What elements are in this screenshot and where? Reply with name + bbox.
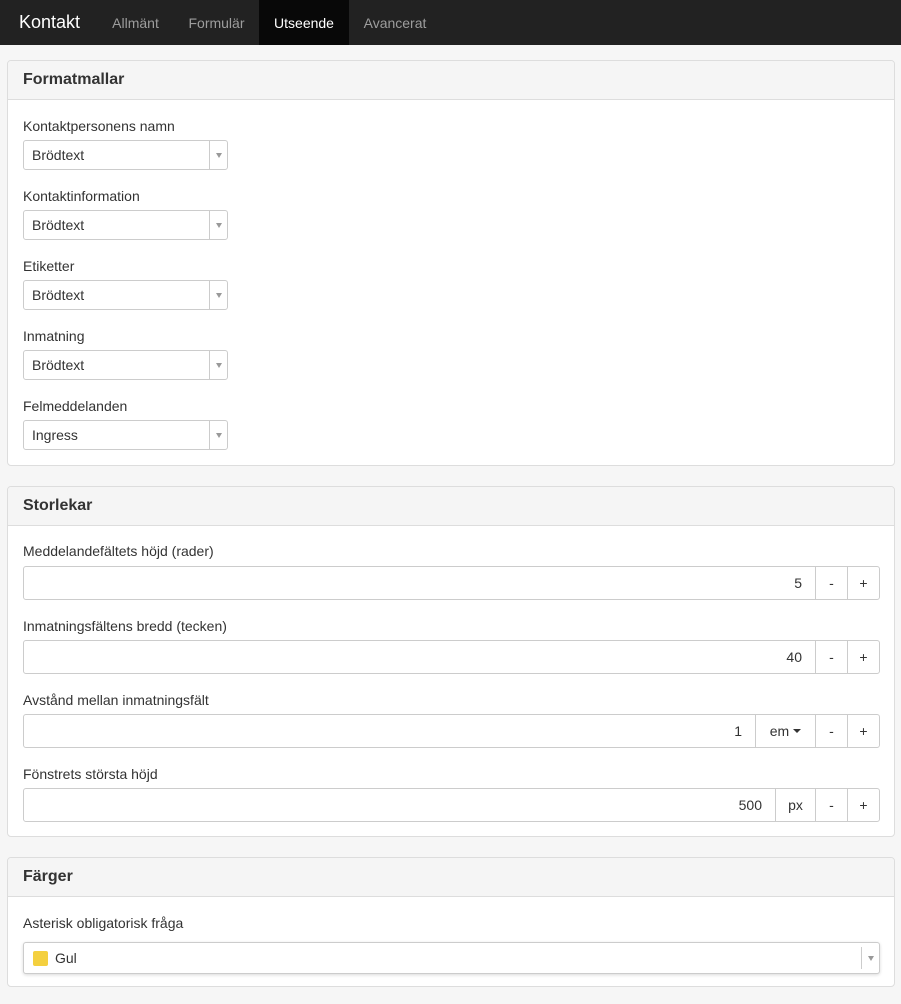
top-navbar: Kontakt Allmänt Formulär Utseende Avance… bbox=[0, 0, 901, 45]
color-select-asterisk[interactable]: Gul bbox=[23, 942, 880, 974]
decrement-button[interactable]: - bbox=[815, 715, 847, 747]
label-kontaktinformation: Kontaktinformation bbox=[23, 188, 140, 204]
unit-dropdown[interactable]: em bbox=[755, 715, 815, 747]
caret-down-icon bbox=[867, 955, 874, 961]
label-kontaktpersonens-namn: Kontaktpersonens namn bbox=[23, 118, 175, 134]
number-input[interactable]: 5 bbox=[24, 567, 815, 599]
panel-title-farger: Färger bbox=[8, 858, 894, 897]
decrement-button[interactable]: - bbox=[815, 789, 847, 821]
tab-formular[interactable]: Formulär bbox=[174, 0, 259, 45]
caret-down-icon bbox=[215, 152, 222, 158]
label-meddelandefaltets-hojd: Meddelandefältets höjd (rader) bbox=[23, 543, 214, 559]
stepper-inmatningsfaltens-bredd: 40 - + bbox=[23, 640, 880, 674]
select-value: Brödtext bbox=[32, 357, 85, 373]
label-inmatning: Inmatning bbox=[23, 328, 85, 344]
increment-button[interactable]: + bbox=[847, 789, 879, 821]
brand[interactable]: Kontakt bbox=[0, 0, 97, 45]
select-arrow bbox=[209, 351, 227, 379]
select-value: Brödtext bbox=[32, 287, 85, 303]
caret-down-icon bbox=[215, 432, 222, 438]
tab-avancerat[interactable]: Avancerat bbox=[349, 0, 441, 45]
panel-storlekar: Storlekar Meddelandefältets höjd (rader)… bbox=[7, 486, 895, 837]
select-etiketter[interactable]: Brödtext bbox=[23, 280, 228, 310]
select-value: Brödtext bbox=[32, 217, 85, 233]
increment-button[interactable]: + bbox=[847, 715, 879, 747]
number-input[interactable]: 500 bbox=[24, 789, 775, 821]
decrement-button[interactable]: - bbox=[815, 567, 847, 599]
number-input[interactable]: 40 bbox=[24, 641, 815, 673]
number-input[interactable]: 1 bbox=[24, 715, 755, 747]
label-fonstrets-storsta-hojd: Fönstrets största höjd bbox=[23, 766, 158, 782]
select-arrow bbox=[209, 281, 227, 309]
increment-button[interactable]: + bbox=[847, 641, 879, 673]
stepper-meddelandefaltets-hojd: 5 - + bbox=[23, 566, 880, 600]
caret-down-icon bbox=[793, 729, 802, 733]
label-felmeddelanden: Felmeddelanden bbox=[23, 398, 128, 414]
select-kontaktpersonens-namn[interactable]: Brödtext bbox=[23, 140, 228, 170]
caret-down-icon bbox=[215, 362, 222, 368]
select-arrow bbox=[861, 947, 879, 969]
label-inmatningsfaltens-bredd: Inmatningsfältens bredd (tecken) bbox=[23, 618, 227, 634]
color-swatch bbox=[33, 950, 48, 966]
unit-dropdown-label: em bbox=[769, 723, 790, 739]
select-arrow bbox=[209, 421, 227, 449]
unit-label: px bbox=[775, 789, 815, 821]
select-felmeddelanden[interactable]: Ingress bbox=[23, 420, 228, 450]
stepper-fonstrets-storsta-hojd: 500 px - + bbox=[23, 788, 880, 822]
select-kontaktinformation[interactable]: Brödtext bbox=[23, 210, 228, 240]
decrement-button[interactable]: - bbox=[815, 641, 847, 673]
caret-down-icon bbox=[215, 292, 222, 298]
select-arrow bbox=[209, 141, 227, 169]
label-asterisk-obligatorisk-fraga: Asterisk obligatorisk fråga bbox=[23, 915, 184, 931]
caret-down-icon bbox=[215, 222, 222, 228]
color-select-value: Gul bbox=[55, 950, 77, 966]
panel-title-storlekar: Storlekar bbox=[8, 487, 894, 526]
tab-allmant[interactable]: Allmänt bbox=[97, 0, 174, 45]
label-avstand-mellan-inmatningsfalt: Avstånd mellan inmatningsfält bbox=[23, 692, 209, 708]
select-value: Brödtext bbox=[32, 147, 85, 163]
select-arrow bbox=[209, 211, 227, 239]
tab-utseende[interactable]: Utseende bbox=[259, 0, 349, 45]
label-etiketter: Etiketter bbox=[23, 258, 75, 274]
panel-title-formatmallar: Formatmallar bbox=[8, 61, 894, 100]
panel-formatmallar: Formatmallar Kontaktpersonens namn Brödt… bbox=[7, 60, 895, 466]
increment-button[interactable]: + bbox=[847, 567, 879, 599]
stepper-avstand-mellan-inmatningsfalt: 1 em - + bbox=[23, 714, 880, 748]
select-value: Ingress bbox=[32, 427, 78, 443]
select-inmatning[interactable]: Brödtext bbox=[23, 350, 228, 380]
panel-farger: Färger Asterisk obligatorisk fråga Gul bbox=[7, 857, 895, 987]
